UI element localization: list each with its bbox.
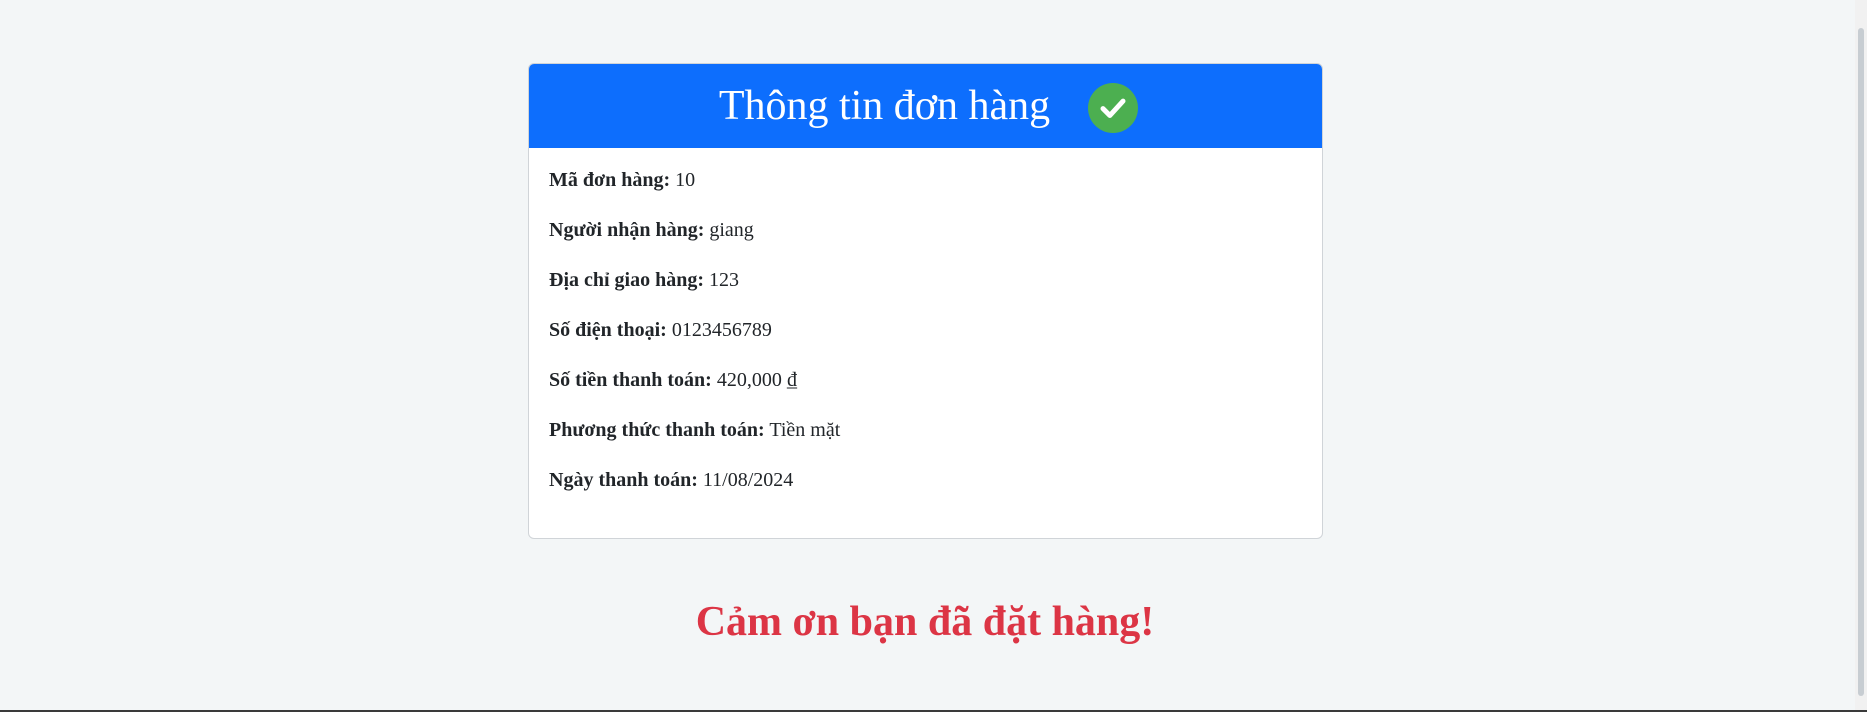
address-label: Địa chỉ giao hàng: <box>549 269 705 291</box>
payment-method-row: Phương thức thanh toán: Tiền mặt <box>549 418 1302 442</box>
payment-method-value: Tiền mặt <box>769 419 841 441</box>
order-id-value: 10 <box>675 169 696 191</box>
card-body: Mã đơn hàng: 10 Người nhận hàng: giang Đ… <box>529 148 1322 492</box>
amount-value: 420,000 ₫ <box>716 369 798 391</box>
phone-label: Số điện thoại: <box>549 319 667 341</box>
order-id-row: Mã đơn hàng: 10 <box>549 168 1302 192</box>
card-header: Thông tin đơn hàng <box>529 64 1322 148</box>
recipient-row: Người nhận hàng: giang <box>549 218 1302 242</box>
recipient-label: Người nhận hàng: <box>549 219 705 241</box>
amount-row: Số tiền thanh toán: 420,000 ₫ <box>549 368 1302 392</box>
payment-date-label: Ngày thanh toán: <box>549 469 698 491</box>
scrollbar[interactable] <box>1855 0 1867 712</box>
check-circle-icon <box>1088 83 1139 133</box>
phone-row: Số điện thoại: 0123456789 <box>549 318 1302 342</box>
payment-method-label: Phương thức thanh toán: <box>549 419 765 441</box>
payment-date-row: Ngày thanh toán: 11/08/2024 <box>549 468 1302 492</box>
order-id-label: Mã đơn hàng: <box>549 169 671 191</box>
phone-value: 0123456789 <box>671 319 772 341</box>
card-title: Thông tin đơn hàng <box>718 83 1051 129</box>
payment-date-value: 11/08/2024 <box>702 469 794 491</box>
order-info-card: Thông tin đơn hàng Mã đơn hàng: 10 Người… <box>528 63 1323 539</box>
amount-label: Số tiền thanh toán: <box>549 369 712 391</box>
address-value: 123 <box>709 269 740 291</box>
checkmark-icon <box>1100 98 1126 118</box>
recipient-value: giang <box>709 219 754 241</box>
address-row: Địa chỉ giao hàng: 123 <box>549 268 1302 292</box>
thank-you-message: Cảm ơn bạn đã đặt hàng! <box>695 599 1155 645</box>
scrollbar-thumb[interactable] <box>1858 28 1864 696</box>
